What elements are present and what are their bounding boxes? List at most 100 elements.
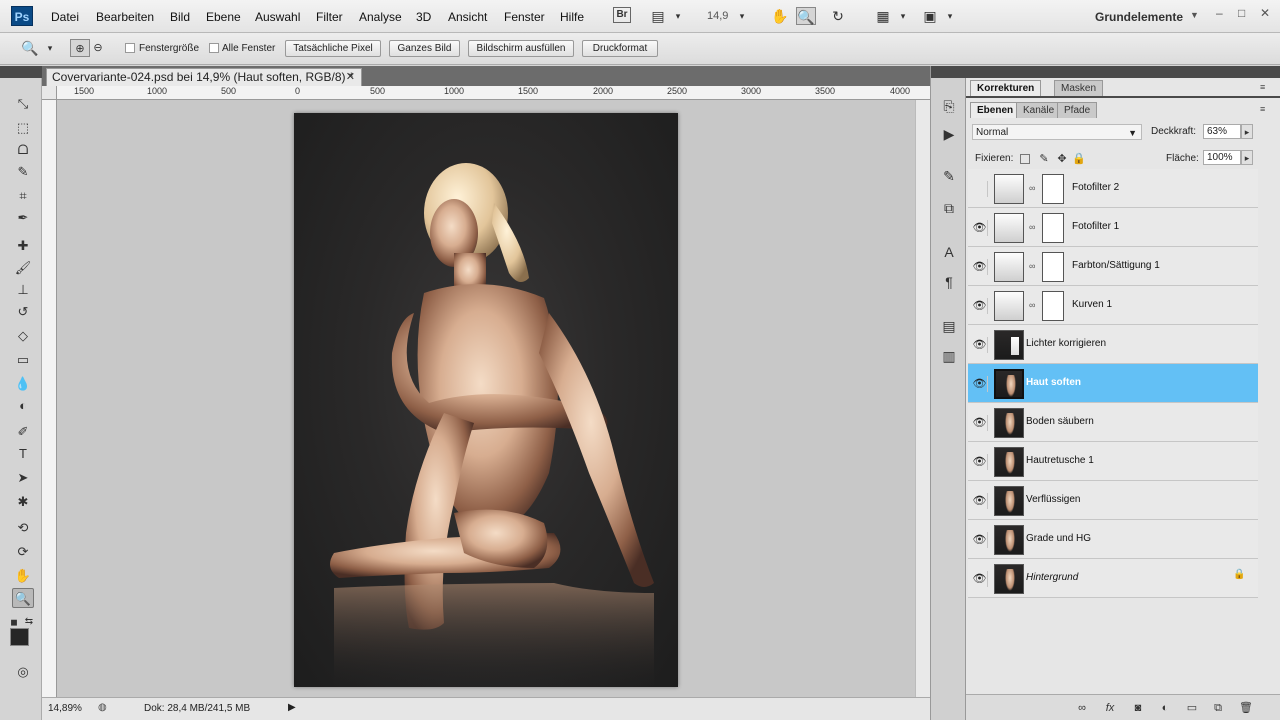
layer-row[interactable]: 👁 ∞ Kurven 1 bbox=[968, 286, 1258, 325]
tab-pfade[interactable]: Pfade bbox=[1057, 102, 1098, 118]
layer-mask-thumbnail[interactable] bbox=[1042, 213, 1064, 243]
film-strip-icon[interactable]: ▤ bbox=[648, 7, 668, 25]
hand-tool-icon[interactable]: ✋ bbox=[12, 566, 34, 586]
menu-filter[interactable]: Filter bbox=[316, 10, 343, 24]
horizontal-ruler[interactable]: 1500 1000 500 0 500 1000 1500 2000 2500 … bbox=[57, 86, 930, 100]
fill-slider-arrow-icon[interactable]: ▸ bbox=[1241, 150, 1253, 165]
layer-row[interactable]: 👁 Verflüssigen bbox=[968, 481, 1258, 520]
path-selection-tool-icon[interactable]: ➤ bbox=[12, 468, 34, 488]
chevron-down-icon[interactable]: ▾ bbox=[893, 7, 913, 25]
lasso-tool-icon[interactable]: ᗝ bbox=[12, 140, 34, 160]
layer-name[interactable]: Hautretusche 1 bbox=[1026, 455, 1094, 466]
new-layer-icon[interactable]: ⧉ bbox=[1210, 700, 1226, 716]
brushes-panel-icon[interactable]: ✎ bbox=[939, 166, 959, 186]
paragraph-panel-icon[interactable]: ¶ bbox=[939, 272, 959, 292]
lock-all-icon[interactable]: 🔒 bbox=[1072, 152, 1086, 166]
eye-icon[interactable]: 👁 bbox=[972, 532, 988, 548]
new-group-icon[interactable]: ▭ bbox=[1184, 700, 1200, 716]
marquee-tool-icon[interactable]: ⬚ bbox=[12, 118, 34, 138]
chevron-down-icon[interactable]: ▾ bbox=[940, 7, 960, 25]
tab-kanaele[interactable]: Kanäle bbox=[1016, 102, 1062, 118]
layer-row[interactable]: 👁 ∞ Farbton/Sättigung 1 bbox=[968, 247, 1258, 286]
layer-name[interactable]: Haut soften bbox=[1026, 377, 1081, 388]
delete-layer-icon[interactable]: 🗑 bbox=[1238, 700, 1254, 716]
layer-row[interactable]: 👁 Lichter korrigieren bbox=[968, 325, 1258, 364]
tab-masken[interactable]: Masken bbox=[1054, 80, 1104, 96]
layer-row[interactable]: 👁 Hautretusche 1 bbox=[968, 442, 1258, 481]
screen-mode-icon[interactable]: ▣ bbox=[920, 7, 940, 25]
menu-datei[interactable]: Datei bbox=[51, 10, 79, 24]
layer-name[interactable]: Fotofilter 2 bbox=[1072, 182, 1119, 193]
print-size-button[interactable]: Druckformat bbox=[582, 40, 658, 57]
layer-row-selected[interactable]: 👁 Haut soften bbox=[968, 364, 1258, 403]
mask-link-icon[interactable]: ∞ bbox=[1029, 261, 1035, 271]
mask-link-icon[interactable]: ∞ bbox=[1029, 300, 1035, 310]
hand-tool-icon[interactable]: ✋ bbox=[770, 7, 790, 25]
zoom-tool-preset-icon[interactable]: 🔍 bbox=[20, 39, 40, 57]
menu-bearbeiten[interactable]: Bearbeiten bbox=[96, 10, 154, 24]
layer-style-icon[interactable]: fx bbox=[1102, 700, 1118, 716]
tab-ebenen[interactable]: Ebenen bbox=[970, 102, 1021, 118]
zoom-in-icon[interactable]: ⊕ bbox=[70, 39, 90, 57]
panel-menu-icon[interactable]: ≡ bbox=[1260, 82, 1265, 92]
layer-name[interactable]: Lichter korrigieren bbox=[1026, 338, 1106, 349]
workspace-switcher[interactable]: Grundelemente bbox=[1095, 10, 1183, 24]
fill-field[interactable]: 100% bbox=[1203, 150, 1241, 165]
eyedropper-tool-icon[interactable]: ✒ bbox=[12, 208, 34, 228]
new-adjustment-layer-icon[interactable]: ◐ bbox=[1157, 700, 1173, 716]
mask-link-icon[interactable]: ∞ bbox=[1029, 222, 1035, 232]
quick-mask-icon[interactable]: ◎ bbox=[12, 662, 34, 682]
opacity-slider-arrow-icon[interactable]: ▸ bbox=[1241, 124, 1253, 139]
menu-analyse[interactable]: Analyse bbox=[359, 10, 402, 24]
eye-icon[interactable]: 👁 bbox=[972, 454, 988, 470]
clone-source-panel-icon[interactable]: ⧉ bbox=[939, 198, 959, 218]
zoom-tool-icon[interactable]: 🔍 bbox=[12, 588, 34, 608]
layers-panel-menu-icon[interactable]: ≡ bbox=[1260, 104, 1265, 114]
menu-auswahl[interactable]: Auswahl bbox=[255, 10, 300, 24]
quick-selection-tool-icon[interactable]: ✎ bbox=[12, 162, 34, 182]
fit-window-checkbox[interactable] bbox=[125, 43, 135, 53]
eye-icon[interactable]: 👁 bbox=[972, 259, 988, 275]
foreground-color-swatch[interactable] bbox=[10, 628, 29, 646]
clone-stamp-tool-icon[interactable]: ⊥ bbox=[12, 280, 34, 300]
pen-tool-icon[interactable]: ✐ bbox=[12, 422, 34, 442]
tab-korrekturen[interactable]: Korrekturen bbox=[970, 80, 1042, 96]
layer-row[interactable]: 👁 Hintergrund 🔒 bbox=[968, 559, 1258, 598]
type-tool-icon[interactable]: T bbox=[12, 444, 34, 464]
chevron-down-icon[interactable]: ▾ bbox=[40, 39, 60, 57]
close-window-icon[interactable]: ✕ bbox=[1260, 6, 1270, 20]
status-menu-arrow-icon[interactable]: ▶ bbox=[288, 702, 296, 713]
layer-name[interactable]: Fotofilter 1 bbox=[1072, 221, 1119, 232]
status-options-icon[interactable]: ◍ bbox=[98, 702, 107, 713]
gradient-tool-icon[interactable]: ▭ bbox=[12, 350, 34, 370]
layer-comps-panel-icon[interactable]: ▥ bbox=[939, 346, 959, 366]
lock-position-icon[interactable]: ✥ bbox=[1055, 152, 1069, 166]
eye-icon[interactable]: 👁 bbox=[972, 220, 988, 236]
lock-transparency-icon[interactable] bbox=[1020, 154, 1030, 164]
layer-mask-thumbnail[interactable] bbox=[1042, 252, 1064, 282]
panel-dock-header[interactable] bbox=[966, 66, 1280, 78]
layer-row[interactable]: 👁 Boden säubern bbox=[968, 403, 1258, 442]
eye-icon[interactable]: 👁 bbox=[972, 493, 988, 509]
history-brush-tool-icon[interactable]: ↺ bbox=[12, 302, 34, 322]
eye-icon[interactable]: 👁 bbox=[972, 337, 988, 353]
actual-pixels-button[interactable]: Tatsächliche Pixel bbox=[285, 40, 381, 57]
minimize-icon[interactable]: – bbox=[1216, 6, 1223, 20]
layer-row[interactable]: ∞ Fotofilter 2 bbox=[968, 169, 1258, 208]
panel-strip-header[interactable] bbox=[931, 66, 967, 78]
menu-ebene[interactable]: Ebene bbox=[206, 10, 241, 24]
menu-fenster[interactable]: Fenster bbox=[504, 10, 545, 24]
document-tab[interactable]: Covervariante-024.psd bei 14,9% (Haut so… bbox=[46, 68, 362, 86]
3d-rotate-tool-icon[interactable]: ⟲ bbox=[12, 518, 34, 538]
maximize-icon[interactable]: □ bbox=[1238, 6, 1245, 20]
notes-panel-icon[interactable]: ▤ bbox=[939, 316, 959, 336]
ruler-origin[interactable] bbox=[42, 86, 57, 100]
blend-mode-select[interactable]: Normal ▼ bbox=[972, 124, 1142, 140]
history-panel-icon[interactable]: ⎘ bbox=[939, 96, 959, 116]
zoom-dropdown-icon[interactable]: ▾ bbox=[732, 7, 752, 25]
healing-brush-tool-icon[interactable]: ✚ bbox=[12, 236, 34, 256]
layer-name[interactable]: Hintergrund bbox=[1026, 572, 1078, 583]
zoom-out-icon[interactable]: ⊖ bbox=[88, 39, 108, 57]
layer-mask-thumbnail[interactable] bbox=[1042, 291, 1064, 321]
layer-row[interactable]: 👁 Grade und HG bbox=[968, 520, 1258, 559]
